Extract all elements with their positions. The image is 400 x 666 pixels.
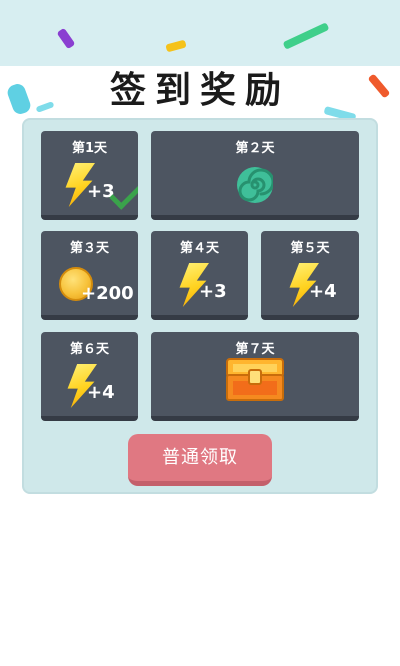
- day-1-card[interactable]: 第1天 +3: [41, 131, 138, 220]
- day-label: 第３天: [69, 241, 109, 256]
- claim-button[interactable]: 普通领取: [128, 434, 272, 486]
- spiral-icon: [237, 167, 275, 203]
- day-4-card[interactable]: 第４天 +3: [151, 231, 248, 320]
- reward-amount: +4: [309, 281, 337, 302]
- page-title: 签到奖励: [109, 70, 290, 111]
- day-label: 第６天: [69, 342, 109, 357]
- day-2-card[interactable]: 第２天: [151, 131, 359, 220]
- day-label: 第２天: [235, 141, 275, 156]
- day-6-card[interactable]: 第６天 +4: [41, 332, 138, 421]
- day-label: 第７天: [235, 342, 275, 357]
- day-label: 第1天: [71, 141, 108, 156]
- reward-amount: +200: [81, 283, 134, 304]
- day-7-card[interactable]: 第７天: [151, 332, 359, 421]
- day-label: 第４天: [179, 241, 219, 256]
- day-3-card[interactable]: 第３天 +200: [41, 231, 138, 320]
- reward-amount: +4: [87, 382, 115, 403]
- day-5-card[interactable]: 第５天 +4: [261, 231, 359, 320]
- day-label: 第５天: [290, 241, 330, 256]
- reward-amount: +3: [199, 281, 227, 302]
- treasure-chest-icon: [224, 356, 286, 402]
